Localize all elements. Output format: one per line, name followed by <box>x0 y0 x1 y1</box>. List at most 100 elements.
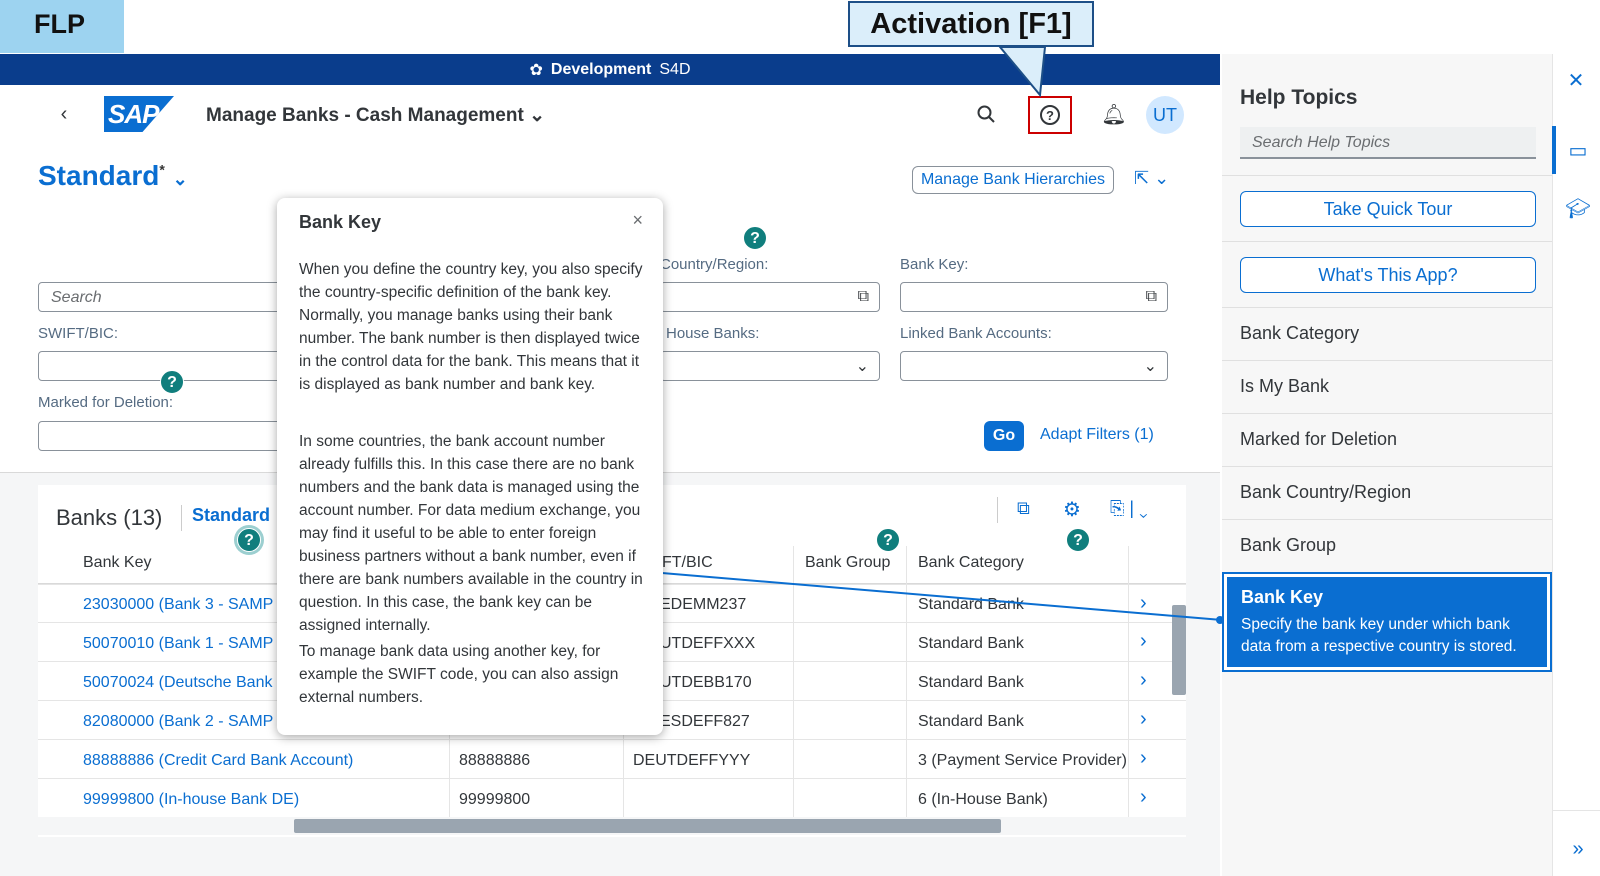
help-rail <box>1552 54 1600 876</box>
bank-key-link[interactable]: 88888886 (Credit Card Bank Account) <box>83 752 353 770</box>
help-badge[interactable]: ? <box>743 226 767 250</box>
bank-key-link[interactable]: 23030000 (Bank 3 - SAMP <box>83 596 273 614</box>
house-banks-select[interactable]: ⌄ <box>660 351 880 381</box>
marked-deletion-input[interactable] <box>38 421 288 451</box>
divider <box>1552 810 1600 811</box>
category-cell: Standard Bank <box>918 713 1024 730</box>
share-icon: ⇱ ⌄ <box>1134 168 1170 188</box>
divider <box>1222 241 1552 242</box>
go-button[interactable]: Go <box>984 421 1024 451</box>
swift-cell: DEUTDEFFYYY <box>633 752 751 769</box>
help-topic-country[interactable]: Bank Country/Region <box>1222 466 1552 518</box>
table-title: Banks (13) <box>56 505 163 530</box>
chevron-right-icon[interactable]: › <box>1140 669 1147 692</box>
help-popover: Bank Key × When you define the country k… <box>277 198 663 735</box>
whats-this-app-button[interactable]: What's This App? <box>1240 257 1536 293</box>
bell-icon: 🔔︎ <box>1101 103 1127 126</box>
export-button[interactable]: ⎘ | ⌄ <box>1110 498 1148 519</box>
notifications-button[interactable]: 🔔︎ <box>1098 98 1130 130</box>
help-topic-marked-deletion[interactable]: Marked for Deletion <box>1222 413 1552 465</box>
search-input[interactable]: Search <box>38 282 288 312</box>
help-topic-bank-group[interactable]: Bank Group <box>1222 519 1552 571</box>
activation-annotation-label: Activation [F1] <box>848 1 1094 47</box>
bank-key-link[interactable]: 99999800 (In-house Bank DE) <box>83 791 299 809</box>
flp-annotation-label: FLP <box>0 0 124 53</box>
linked-accounts-label: Linked Bank Accounts: <box>900 325 1052 342</box>
category-cell: 6 (In-House Bank) <box>918 791 1048 808</box>
table-variant-selector[interactable]: Standard <box>192 505 270 526</box>
bank-key-link[interactable]: 50070010 (Bank 1 - SAMP <box>83 635 273 653</box>
copy-icon: ⧉ <box>1017 498 1030 518</box>
swift-cell: ESDEFF827 <box>660 713 750 730</box>
double-chevron-right-icon[interactable]: » <box>1554 838 1600 861</box>
divider <box>997 497 998 523</box>
take-quick-tour-button[interactable]: Take Quick Tour <box>1240 191 1536 227</box>
help-panel-title: Help Topics <box>1240 86 1358 109</box>
bank-key-input[interactable]: ⧉ <box>900 282 1168 312</box>
category-cell: Standard Bank <box>918 635 1024 652</box>
variant-dirty-marker: * <box>159 161 165 178</box>
value-help-icon[interactable]: ⧉ <box>858 288 869 306</box>
env-label: Development <box>550 60 652 78</box>
export-icon: ⎘ | ⌄ <box>1110 498 1148 518</box>
category-cell: Standard Bank <box>918 674 1024 691</box>
country-label: Country/Region: <box>660 256 769 273</box>
topic-description: Specify the bank key under which bank da… <box>1241 616 1517 655</box>
divider <box>1222 175 1552 176</box>
country-input[interactable]: ⧉ <box>660 282 880 312</box>
variant-selector[interactable]: Standard* ⌄ <box>38 160 188 192</box>
help-icon: ? <box>1040 105 1060 125</box>
popover-paragraph: When you define the country key, you als… <box>299 261 643 393</box>
swift-label: SWIFT/BIC: <box>38 325 118 342</box>
bank-key-link[interactable]: 50070024 (Deutsche Bank <box>83 674 272 692</box>
avatar[interactable]: UT <box>1146 96 1184 134</box>
close-icon[interactable]: ✕ <box>1552 68 1600 93</box>
manage-bank-hierarchies-button[interactable]: Manage Bank Hierarchies <box>912 166 1114 194</box>
variant-name: Standard <box>38 160 160 191</box>
callout-pointer <box>998 47 1047 97</box>
share-button[interactable]: ⇱ ⌄ <box>1134 168 1169 189</box>
divider <box>181 505 182 531</box>
horizontal-scroll-thumb[interactable] <box>294 819 1001 833</box>
chevron-down-icon: ⌄ <box>172 169 188 189</box>
close-icon[interactable]: × <box>632 210 643 231</box>
linked-accounts-select[interactable]: ⌄ <box>900 351 1168 381</box>
help-search-input[interactable]: Search Help Topics <box>1240 127 1536 159</box>
app-title-text: Manage Banks - Cash Management <box>206 105 524 126</box>
help-topic-bank-key-selected[interactable]: Bank Key Specify the bank key under whic… <box>1222 572 1552 672</box>
column-header-bank-key[interactable]: Bank Key <box>83 554 151 572</box>
house-banks-label: House Banks: <box>666 325 760 342</box>
app-title[interactable]: Manage Banks - Cash Management ⌄ <box>206 104 545 127</box>
swift-cell: UTDEFFXXX <box>660 635 756 652</box>
chevron-right-icon[interactable]: › <box>1140 786 1147 809</box>
chevron-right-icon[interactable]: › <box>1140 630 1147 653</box>
comment-icon[interactable]: ▭ <box>1554 138 1600 163</box>
chevron-right-icon[interactable]: › <box>1140 708 1147 731</box>
value-help-icon[interactable]: ⧉ <box>1146 288 1157 306</box>
help-button[interactable]: ? <box>1028 96 1072 134</box>
help-topic-is-my-bank[interactable]: Is My Bank <box>1222 360 1552 412</box>
chevron-down-icon: ⌄ <box>1143 358 1157 375</box>
bank-key-link[interactable]: 82080000 (Bank 2 - SAMP <box>83 713 273 731</box>
chevron-right-icon[interactable]: › <box>1140 747 1147 770</box>
help-topic-bank-category[interactable]: Bank Category <box>1222 307 1552 359</box>
search-button[interactable] <box>970 98 1002 130</box>
adapt-filters-link[interactable]: Adapt Filters (1) <box>1040 426 1154 444</box>
search-icon <box>977 105 995 123</box>
bank-number-cell: 88888886 <box>459 752 531 769</box>
marked-deletion-label: Marked for Deletion: <box>38 394 174 411</box>
copy-button[interactable]: ⧉ <box>1017 498 1030 519</box>
system-label: S4D <box>659 60 691 78</box>
back-button[interactable]: ‹ <box>48 98 80 130</box>
chevron-left-icon: ‹ <box>60 102 68 125</box>
chevron-down-icon: ⌄ <box>529 105 546 126</box>
help-badge[interactable]: ? <box>160 370 184 394</box>
category-cell: 3 (Payment Service Provider) <box>918 752 1127 769</box>
popover-paragraph: In some countries, the bank account numb… <box>299 433 643 634</box>
learning-icon[interactable]: 🎓︎ <box>1554 196 1600 221</box>
bank-number-cell: 99999800 <box>459 791 531 808</box>
popover-paragraph: To manage bank data using another key, f… <box>299 643 619 706</box>
gear-icon: ⚙ <box>1063 499 1081 521</box>
settings-button[interactable]: ⚙ <box>1063 497 1081 522</box>
topic-title: Bank Key <box>1241 587 1324 607</box>
